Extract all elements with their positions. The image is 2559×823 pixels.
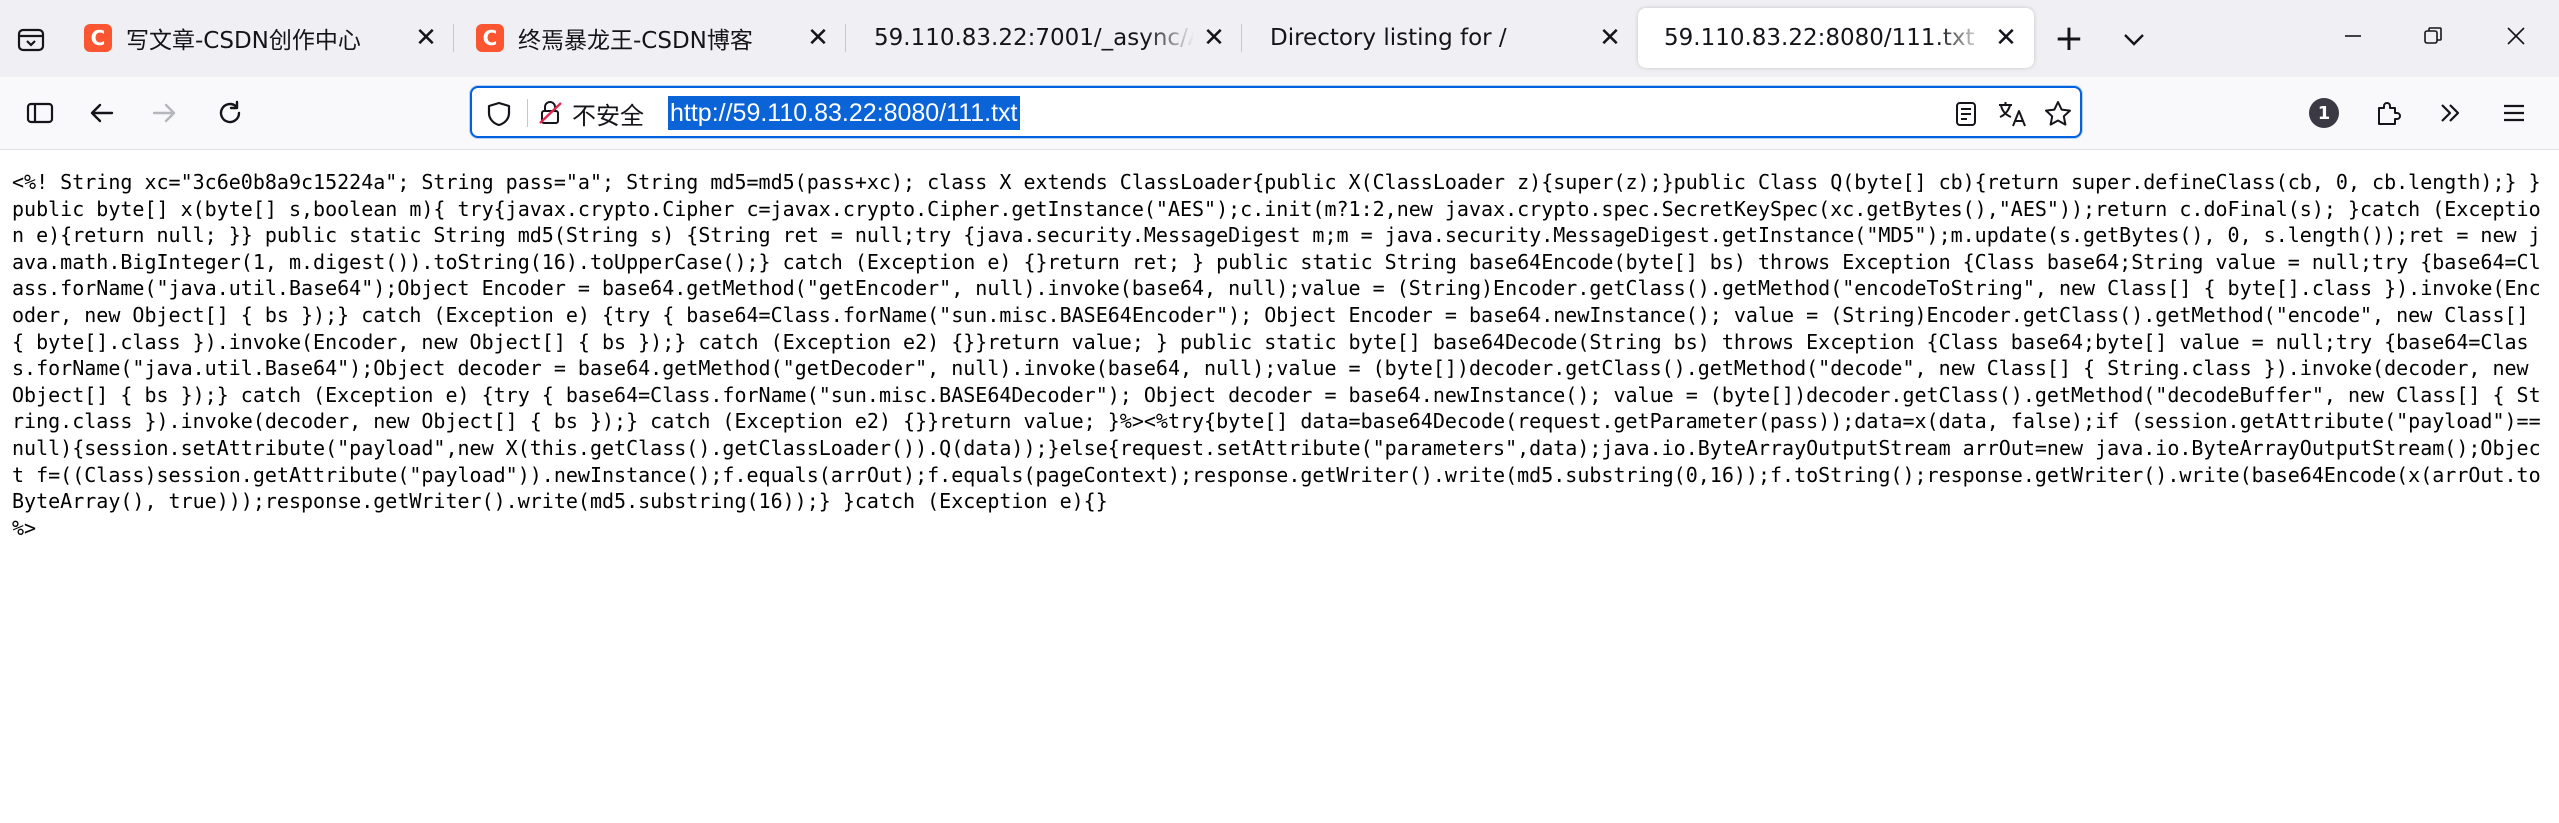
- tab-csdn-blog[interactable]: C 终焉暴龙王-CSDN博客 ✕: [453, 8, 846, 68]
- tab-strip: C 写文章-CSDN创作中心 ✕ C 终焉暴龙王-CSDN博客 ✕ 59.110…: [0, 0, 2559, 77]
- app-menu-button[interactable]: [2490, 89, 2538, 137]
- minimize-icon: [2345, 35, 2361, 37]
- notification-count-badge: 1: [2309, 98, 2339, 128]
- reader-view-icon[interactable]: [1948, 96, 1984, 132]
- reload-button[interactable]: [206, 89, 254, 137]
- code-text: <%! String xc="3c6e0b8a9c15224a"; String…: [12, 170, 2541, 514]
- navigation-toolbar: 不安全 http://59.110.83.22:8080/111.txt 1: [0, 77, 2559, 150]
- extensions-button[interactable]: [2364, 89, 2412, 137]
- address-bar[interactable]: 不安全 http://59.110.83.22:8080/111.txt: [470, 86, 2082, 138]
- url-text-selected[interactable]: http://59.110.83.22:8080/111.txt: [668, 96, 1020, 130]
- tab-title: 59.110.83.22:8080/111.txt: [1664, 25, 1975, 51]
- sidebar-toggle-button[interactable]: [16, 89, 64, 137]
- address-bar-divider: [527, 99, 528, 127]
- arrow-right-icon: [152, 103, 176, 123]
- csdn-favicon-icon: C: [84, 24, 112, 52]
- double-chevron-right-icon: [2441, 104, 2460, 122]
- overflow-menu-button[interactable]: [2426, 89, 2474, 137]
- csdn-favicon-icon: C: [476, 24, 504, 52]
- close-window-button[interactable]: [2477, 0, 2555, 72]
- tab-title: Directory listing for /: [1270, 25, 1507, 51]
- tab-close-icon[interactable]: ✕: [798, 18, 838, 58]
- hamburger-menu-icon: [2504, 104, 2524, 122]
- sidebar-icon: [26, 102, 54, 124]
- insecure-lock-icon: [538, 99, 564, 127]
- plain-text-document: <%! String xc="3c6e0b8a9c15224a"; String…: [0, 150, 2559, 541]
- tab-directory-listing[interactable]: Directory listing for / ✕: [1241, 8, 1638, 68]
- tab-close-icon[interactable]: ✕: [1590, 18, 1630, 58]
- translate-icon[interactable]: [1994, 96, 2030, 132]
- arrow-left-icon: [90, 103, 114, 123]
- insecure-label: 不安全: [572, 101, 644, 130]
- bookmark-star-icon[interactable]: [2040, 96, 2076, 132]
- tab-title: 终焉暴龙王-CSDN博客: [518, 28, 753, 54]
- reload-icon: [219, 100, 241, 124]
- notifications-button[interactable]: 1: [2300, 89, 2348, 137]
- shield-icon[interactable]: [482, 97, 516, 131]
- insecure-connection-indicator[interactable]: 不安全: [538, 96, 644, 130]
- restore-button[interactable]: [2394, 0, 2472, 72]
- tab-111-txt[interactable]: 59.110.83.22:8080/111.txt ✕: [1638, 8, 2034, 68]
- code-text-end: %>: [12, 515, 37, 540]
- tab-title: 写文章-CSDN创作中心: [126, 28, 361, 54]
- tab-title: 59.110.83.22:7001/_async/AsyncResponseSe…: [874, 25, 1194, 51]
- chevron-down-icon: [2124, 33, 2144, 46]
- back-button[interactable]: [78, 89, 126, 137]
- new-tab-button[interactable]: +: [2034, 0, 2104, 77]
- tab-csdn-editor[interactable]: C 写文章-CSDN创作中心 ✕: [62, 8, 454, 68]
- tab-close-icon[interactable]: ✕: [406, 18, 446, 58]
- minimize-button[interactable]: [2314, 0, 2392, 72]
- restore-icon: [2424, 27, 2442, 44]
- tab-async-service[interactable]: 59.110.83.22:7001/_async/AsyncResponseSe…: [845, 8, 1242, 68]
- close-icon: [2507, 27, 2525, 45]
- forward-button[interactable]: [140, 89, 188, 137]
- tab-close-icon[interactable]: ✕: [1194, 18, 1234, 58]
- tab-list-icon: [17, 28, 45, 51]
- puzzle-piece-icon: [2378, 102, 2401, 125]
- tab-overflow-button[interactable]: [2104, 0, 2164, 77]
- page-content: <%! String xc="3c6e0b8a9c15224a"; String…: [0, 150, 2559, 823]
- list-all-tabs-button[interactable]: [0, 0, 62, 77]
- tab-close-icon[interactable]: ✕: [1986, 18, 2026, 58]
